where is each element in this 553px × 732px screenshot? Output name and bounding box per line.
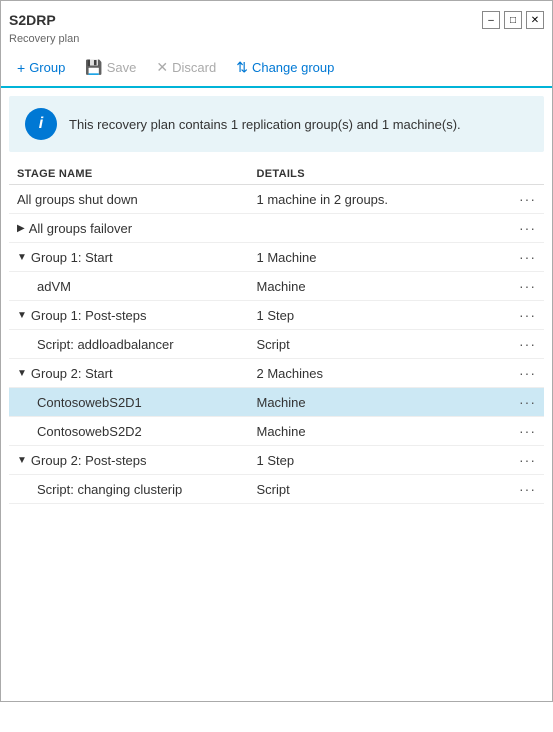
collapse-icon[interactable]: ▼: [17, 368, 27, 379]
row-name-script-addloadbalancer: Script: addloadbalancer: [17, 337, 257, 352]
change-group-button[interactable]: ⇅ Change group: [228, 55, 342, 80]
row-details-script-addloadbalancer: Script: [257, 337, 497, 352]
more-options-button[interactable]: ···: [496, 249, 536, 265]
more-options-button[interactable]: ···: [496, 481, 536, 497]
table-row[interactable]: ▼Group 1: Post-steps1 Step···: [9, 301, 544, 330]
discard-label: Discard: [172, 60, 216, 75]
row-details-advm: Machine: [257, 279, 497, 294]
info-icon: i: [25, 108, 57, 140]
discard-button[interactable]: ✕ Discard: [148, 55, 224, 80]
table-row[interactable]: ▼Group 2: Post-steps1 Step···: [9, 446, 544, 475]
row-details-script-changing-clusterip: Script: [257, 482, 497, 497]
table-row[interactable]: Script: addloadbalancerScript···: [9, 330, 544, 359]
col-stage-name: STAGE NAME: [17, 168, 257, 180]
row-name-group1-poststeps: ▼Group 1: Post-steps: [17, 308, 257, 323]
row-name-contoso-s2d2: ContosowebS2D2: [17, 424, 257, 439]
table-row[interactable]: ▶All groups failover ···: [9, 214, 544, 243]
title-bar-controls: – □ ✕: [482, 11, 544, 29]
more-options-button[interactable]: ···: [496, 278, 536, 294]
row-name-all-groups-shut-down: All groups shut down: [17, 192, 257, 207]
title-bar-left: S2DRP: [9, 12, 56, 28]
change-group-icon: ⇅: [236, 59, 248, 76]
group-label: Group: [29, 60, 65, 75]
title-bar: S2DRP – □ ✕: [1, 1, 552, 33]
row-name-advm: adVM: [17, 279, 257, 294]
more-options-button[interactable]: ···: [496, 336, 536, 352]
maximize-button[interactable]: □: [504, 11, 522, 29]
minimize-button[interactable]: –: [482, 11, 500, 29]
table-row[interactable]: ContosowebS2D2Machine···: [9, 417, 544, 446]
table-row[interactable]: Script: changing clusteripScript···: [9, 475, 544, 504]
save-label: Save: [107, 60, 137, 75]
more-options-button[interactable]: ···: [496, 452, 536, 468]
row-details-contoso-s2d1: Machine: [257, 395, 497, 410]
more-options-button[interactable]: ···: [496, 423, 536, 439]
col-details: DETAILS: [257, 168, 497, 180]
toolbar: + Group 💾 Save ✕ Discard ⇅ Change group: [1, 49, 552, 88]
table-row[interactable]: adVMMachine···: [9, 272, 544, 301]
app-title: S2DRP: [9, 12, 56, 28]
more-options-button[interactable]: ···: [496, 191, 536, 207]
table-row[interactable]: ▼Group 2: Start2 Machines···: [9, 359, 544, 388]
save-button[interactable]: 💾 Save: [77, 55, 144, 80]
row-details-group2-poststeps: 1 Step: [257, 453, 497, 468]
table-row[interactable]: All groups shut down1 machine in 2 group…: [9, 185, 544, 214]
row-name-group2-start: ▼Group 2: Start: [17, 366, 257, 381]
more-options-button[interactable]: ···: [496, 365, 536, 381]
more-options-button[interactable]: ···: [496, 394, 536, 410]
table-row[interactable]: ContosowebS2D1Machine···: [9, 388, 544, 417]
table-container: STAGE NAME DETAILS All groups shut down1…: [1, 160, 552, 732]
discard-icon: ✕: [156, 59, 168, 76]
collapse-icon[interactable]: ▼: [17, 310, 27, 321]
table-row[interactable]: ▼Group 1: Start1 Machine···: [9, 243, 544, 272]
add-group-button[interactable]: + Group: [9, 56, 73, 80]
collapse-icon[interactable]: ▼: [17, 455, 27, 466]
row-name-group1-start: ▼Group 1: Start: [17, 250, 257, 265]
more-options-button[interactable]: ···: [496, 307, 536, 323]
info-text: This recovery plan contains 1 replicatio…: [69, 117, 461, 132]
table-rows: All groups shut down1 machine in 2 group…: [9, 185, 544, 504]
row-name-contoso-s2d1: ContosowebS2D1: [17, 395, 257, 410]
row-details-group2-start: 2 Machines: [257, 366, 497, 381]
row-details-group1-poststeps: 1 Step: [257, 308, 497, 323]
expand-icon[interactable]: ▶: [17, 223, 25, 234]
row-name-all-groups-failover: ▶All groups failover: [17, 221, 257, 236]
row-name-script-changing-clusterip: Script: changing clusterip: [17, 482, 257, 497]
close-button[interactable]: ✕: [526, 11, 544, 29]
row-details-group1-start: 1 Machine: [257, 250, 497, 265]
info-banner: i This recovery plan contains 1 replicat…: [9, 96, 544, 152]
collapse-icon[interactable]: ▼: [17, 252, 27, 263]
window-subtitle: Recovery plan: [1, 33, 552, 49]
row-details-contoso-s2d2: Machine: [257, 424, 497, 439]
more-options-button[interactable]: ···: [496, 220, 536, 236]
row-details-all-groups-shut-down: 1 machine in 2 groups.: [257, 192, 497, 207]
row-name-group2-poststeps: ▼Group 2: Post-steps: [17, 453, 257, 468]
save-icon: 💾: [85, 59, 102, 76]
table-header: STAGE NAME DETAILS: [9, 160, 544, 185]
plus-icon: +: [17, 60, 25, 76]
change-group-label: Change group: [252, 60, 334, 75]
